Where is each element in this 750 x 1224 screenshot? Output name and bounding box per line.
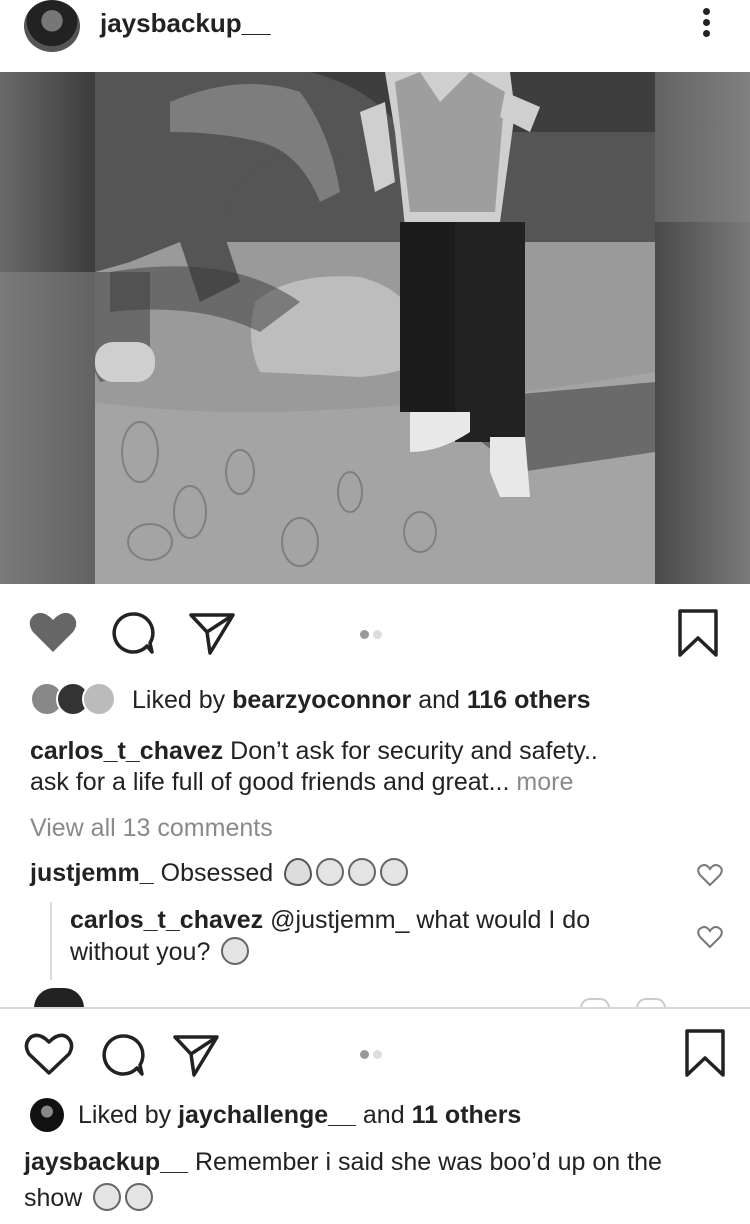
liked-by-others[interactable]: 11 others — [412, 1101, 522, 1129]
kiss-emoji — [380, 858, 409, 886]
share-icon[interactable] — [188, 610, 236, 656]
next-comment-avatar — [34, 988, 84, 1008]
caption-text-1: Don’t ask for security and safety.. — [223, 737, 598, 765]
reply-line-2: without you? — [70, 936, 250, 968]
caption-text-2: ask for a life full of good friends and … — [30, 768, 510, 796]
view-all-comments[interactable]: View all 13 comments — [30, 812, 273, 844]
comment-icon[interactable] — [110, 610, 156, 656]
heart-icon[interactable] — [28, 610, 78, 654]
liked-by-user[interactable]: bearzyoconnor — [232, 686, 411, 714]
caption-username[interactable]: carlos_t_chavez — [30, 737, 223, 765]
post2-caption-line-1: jaysbackup__ Remember i said she was boo… — [24, 1146, 662, 1178]
avatar[interactable] — [24, 0, 80, 52]
bookmark-icon[interactable] — [683, 1028, 727, 1078]
heart-icon[interactable] — [24, 1032, 74, 1076]
caption-username[interactable]: jaysbackup__ — [24, 1148, 188, 1176]
carousel-dots — [360, 1046, 390, 1059]
post-header: jaysbackup__ — [0, 0, 750, 72]
reply-thread-line — [50, 902, 52, 980]
reply-line-1: carlos_t_chavez @justjemm_ what would I … — [70, 904, 590, 936]
more-options-icon[interactable] — [700, 8, 712, 42]
liked-by-user[interactable]: jaychallenge__ — [178, 1101, 356, 1129]
share-icon[interactable] — [172, 1032, 220, 1078]
liked-by-avatar[interactable] — [30, 1098, 64, 1132]
flame-emoji — [284, 858, 313, 886]
carousel-dots — [360, 626, 390, 639]
liked-by-prefix: Liked by — [78, 1101, 179, 1129]
wink-emoji — [221, 937, 250, 965]
comment-row: justjemm_ Obsessed — [30, 857, 409, 889]
heart-eyes-emoji — [316, 858, 345, 886]
post-divider — [0, 1007, 750, 1009]
caption-line-2: ask for a life full of good friends and … — [30, 766, 573, 798]
post2-caption-line-2: show — [24, 1182, 154, 1214]
caption-line-1: carlos_t_chavez Don’t ask for security a… — [30, 735, 598, 767]
liked-by-line[interactable]: Liked by bearzyoconnor and 116 others — [132, 684, 591, 716]
caption-text-1: Remember i said she was boo’d up on the — [188, 1148, 662, 1176]
liked-by-and: and — [411, 686, 467, 714]
post-photo[interactable] — [0, 72, 750, 584]
comment-like-heart-icon[interactable] — [697, 863, 723, 887]
liked-by-prefix: Liked by — [132, 686, 233, 714]
reply-username[interactable]: carlos_t_chavez — [70, 906, 263, 934]
smile-emoji — [125, 1183, 154, 1211]
post-actions — [0, 596, 750, 666]
post2-actions — [0, 1018, 750, 1088]
reply-like-heart-icon[interactable] — [697, 925, 723, 949]
reply-text-1: @justjemm_ what would I do — [263, 906, 591, 934]
bookmark-icon[interactable] — [676, 608, 720, 658]
liked-by-others[interactable]: 116 others — [467, 686, 591, 714]
post-username[interactable]: jaysbackup__ — [100, 8, 271, 39]
liked-by-avatars[interactable] — [30, 682, 122, 718]
liked-by-and: and — [355, 1101, 412, 1129]
comment-text: Obsessed — [153, 859, 281, 887]
comment-username[interactable]: justjemm_ — [30, 859, 154, 887]
smiling-hearts-emoji — [348, 858, 377, 886]
reply-text-2: without you? — [70, 938, 218, 966]
caption-more-link[interactable]: more — [509, 768, 573, 796]
upside-down-emoji — [93, 1183, 122, 1211]
post2-liked-by-line[interactable]: Liked by jaychallenge__ and 11 others — [78, 1099, 521, 1131]
comment-icon[interactable] — [100, 1032, 146, 1078]
caption-text-2: show — [24, 1184, 90, 1212]
